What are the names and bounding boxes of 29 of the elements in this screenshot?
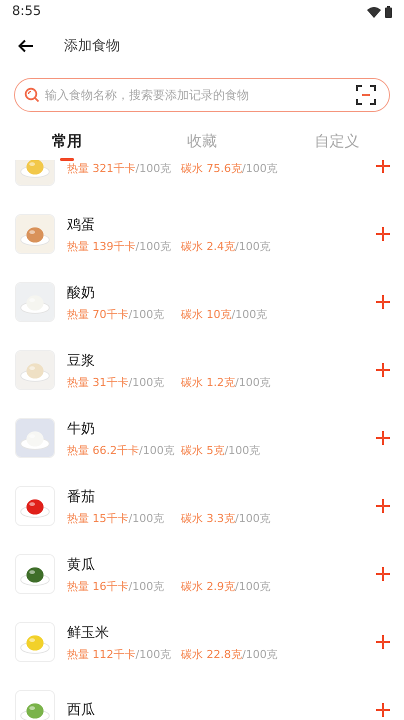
- carbs-info: 碳水 22.8克/100克: [181, 648, 278, 662]
- food-name: 豆浆: [67, 352, 96, 370]
- calories-info: 热量 139千卡/100克: [67, 240, 172, 254]
- food-name: 番茄: [67, 488, 96, 506]
- food-name: 酸奶: [67, 284, 96, 302]
- food-name: 黄瓜: [67, 556, 96, 574]
- food-name: 西瓜: [67, 701, 96, 720]
- food-name: 鲜玉米: [67, 624, 110, 642]
- calories-info: 热量 31千卡/100克: [67, 376, 166, 390]
- page-title: 添加食物: [64, 36, 120, 56]
- carbs-info: 碳水 5克/100克: [181, 444, 260, 458]
- carbs-info: 碳水 10克/100克: [181, 308, 268, 322]
- food-name: 鸡蛋: [67, 216, 96, 234]
- calories-info: 热量 70千卡/100克: [67, 308, 166, 322]
- tab[interactable]: 收藏: [155, 124, 249, 158]
- carbs-info: 碳水 3.3克/100克: [181, 512, 271, 526]
- status-time: 8:55: [12, 3, 42, 22]
- carbs-info: 碳水 2.9克/100克: [181, 580, 271, 594]
- calories-info: 热量 66.2千卡/100克: [67, 444, 176, 458]
- calories-info: 热量 112千卡/100克: [67, 648, 172, 662]
- carbs-info: 碳水 1.2克/100克: [181, 376, 271, 390]
- calories-info: 热量 16千卡/100克: [67, 580, 166, 594]
- calories-info: 热量 15千卡/100克: [67, 512, 166, 526]
- carbs-info: 碳水 75.6克/100克: [181, 162, 278, 176]
- food-name: 牛奶: [67, 420, 96, 438]
- tab[interactable]: 自定义: [290, 124, 384, 158]
- carbs-info: 碳水 2.4克/100克: [181, 240, 271, 254]
- search-field[interactable]: 输入食物名称，搜索要添加记录的食物: [14, 78, 390, 112]
- calories-info: 热量 321千卡/100克: [67, 162, 172, 176]
